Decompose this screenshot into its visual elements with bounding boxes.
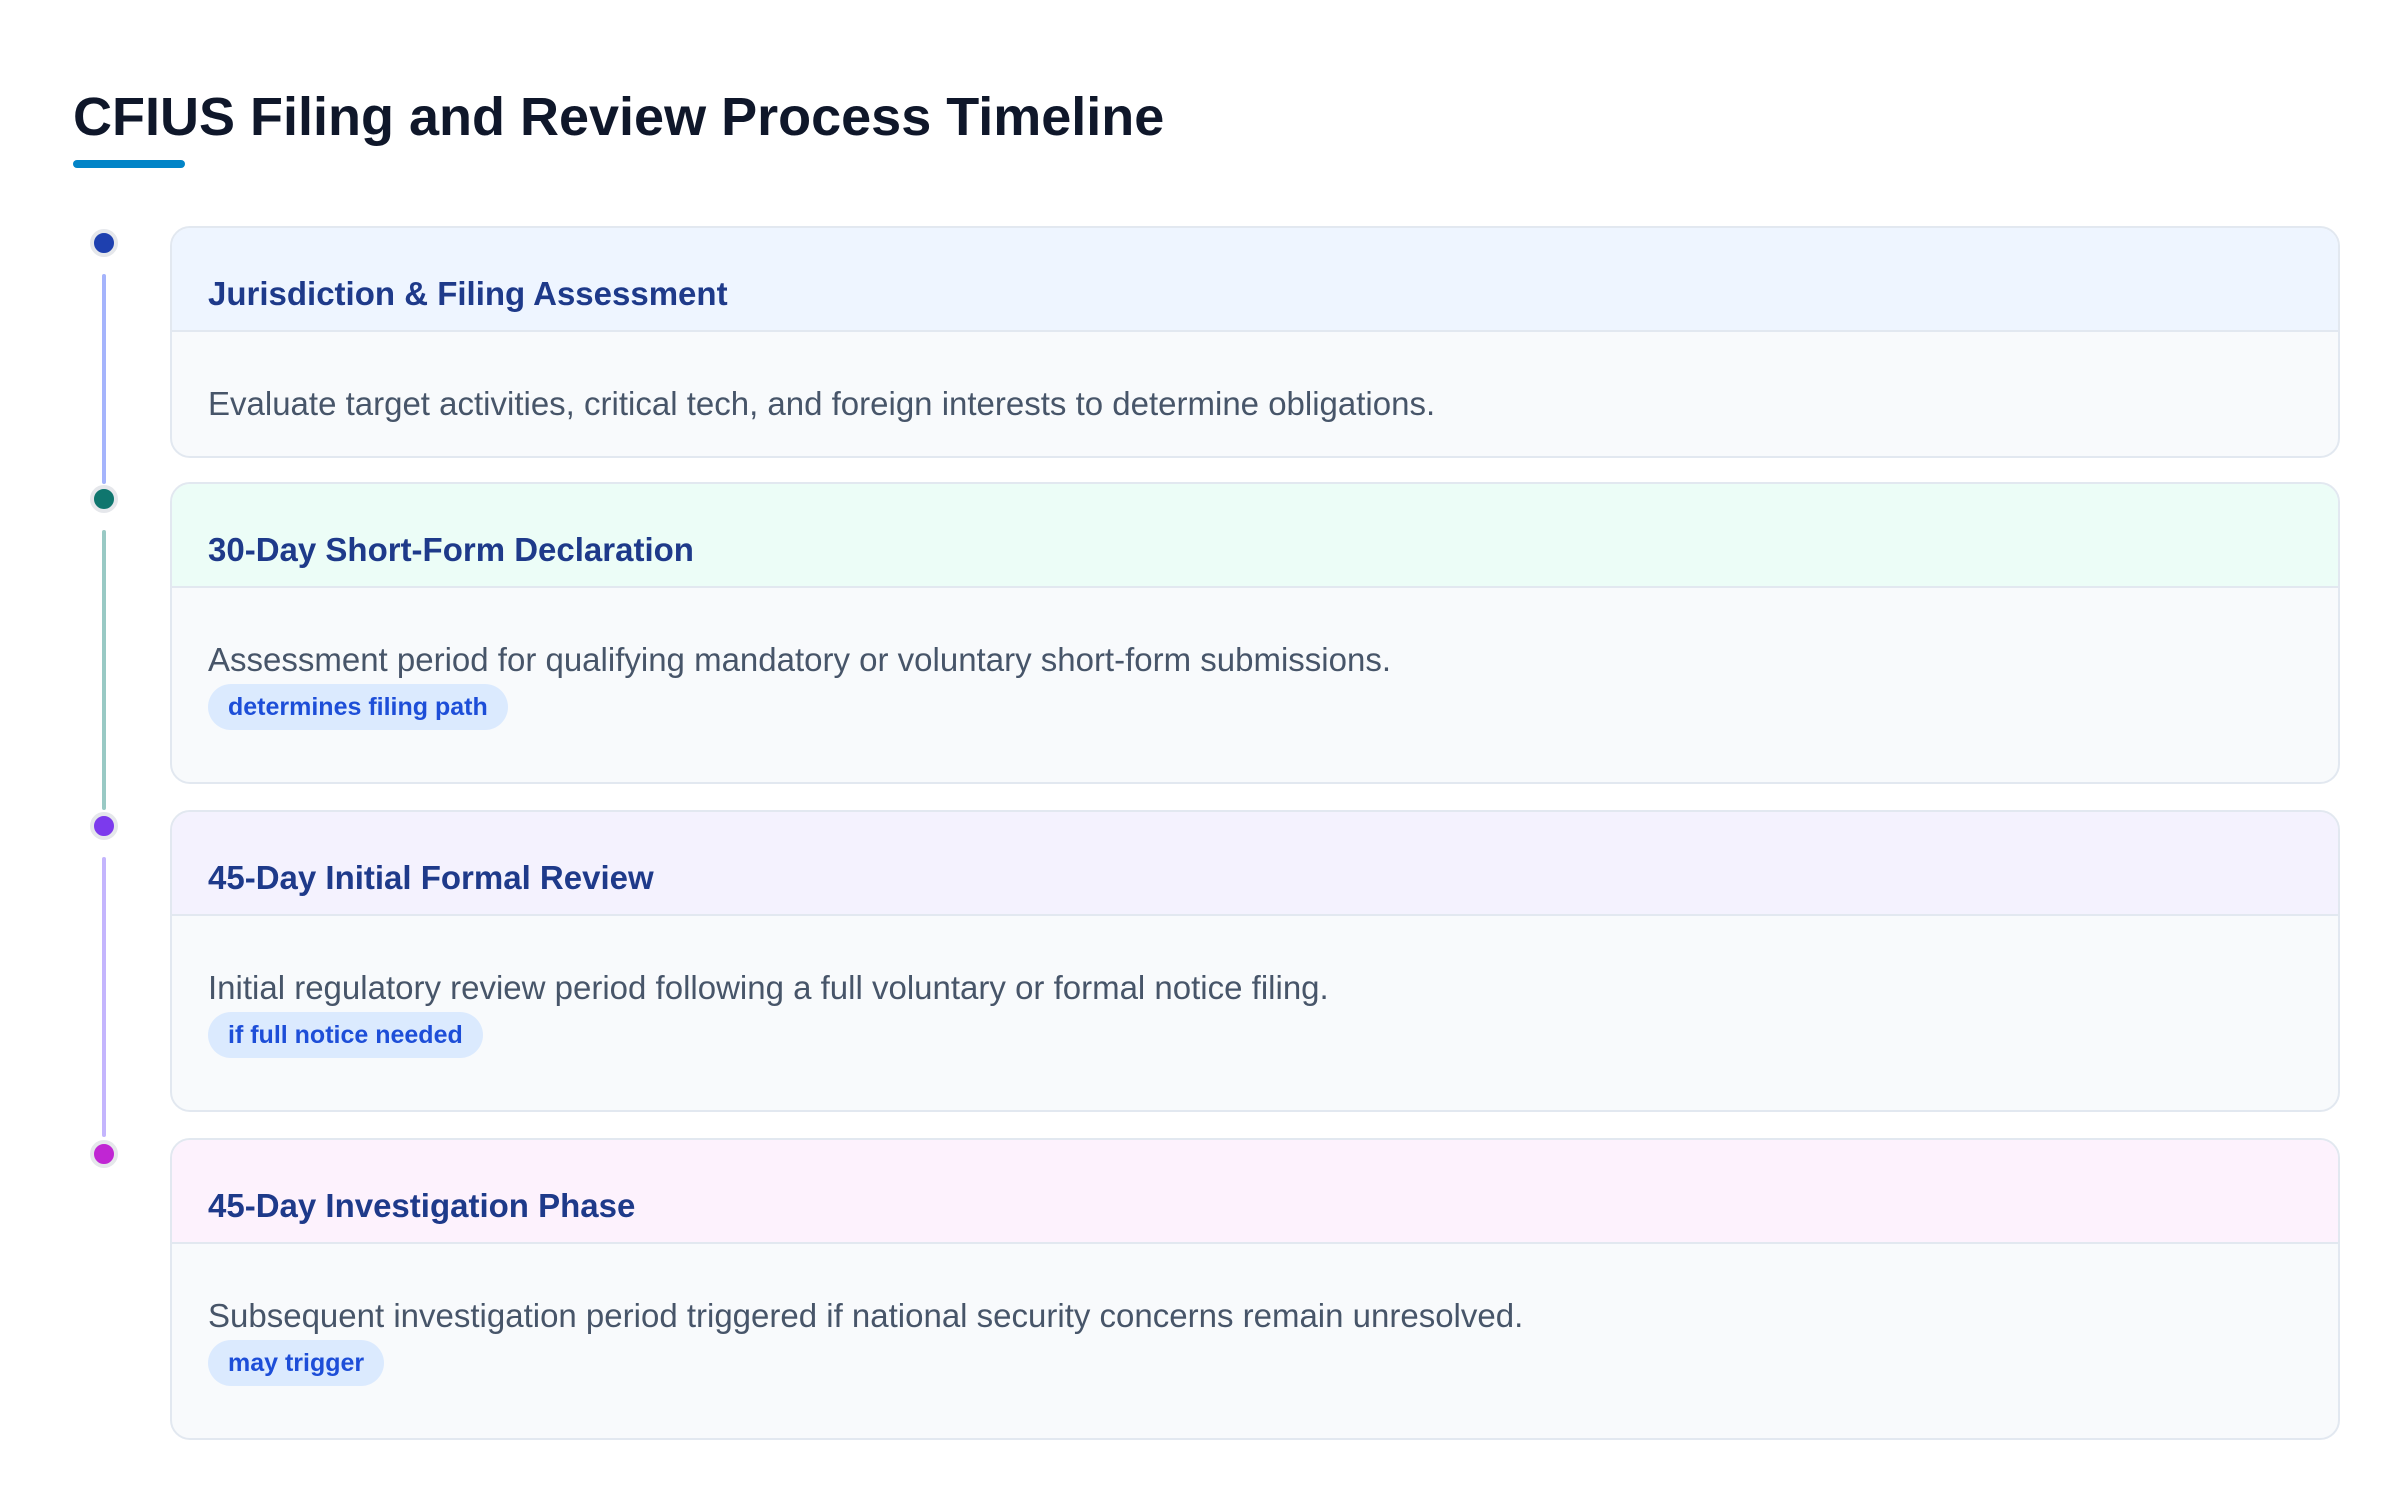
step-card-body-3: Initial regulatory review period followi…: [172, 916, 2338, 1058]
step-title-1: Jurisdiction & Filing Assessment: [208, 275, 728, 312]
step-badge-4: may trigger: [208, 1340, 385, 1386]
step-description-3: Initial regulatory review period followi…: [208, 969, 1329, 1006]
step-card-3: 45-Day Initial Formal Review Initial reg…: [170, 810, 2340, 1112]
timeline-dot-3: [90, 812, 118, 840]
timeline-connector-2: [102, 530, 106, 810]
step-card-header-1: Jurisdiction & Filing Assessment: [172, 228, 2338, 332]
step-card-header-4: 45-Day Investigation Phase: [172, 1140, 2338, 1244]
step-card-1: Jurisdiction & Filing Assessment Evaluat…: [170, 226, 2340, 458]
step-description-1: Evaluate target activities, critical tec…: [208, 385, 1436, 422]
timeline-dot-4: [90, 1140, 118, 1168]
step-card-4: 45-Day Investigation Phase Subsequent in…: [170, 1138, 2340, 1440]
step-description-4: Subsequent investigation period triggere…: [208, 1297, 1524, 1334]
step-card-body-1: Evaluate target activities, critical tec…: [172, 332, 2338, 424]
step-title-4: 45-Day Investigation Phase: [208, 1187, 636, 1224]
step-title-2: 30-Day Short-Form Declaration: [208, 531, 694, 568]
step-card-2: 30-Day Short-Form Declaration Assessment…: [170, 482, 2340, 784]
timeline-connector-3: [102, 857, 106, 1137]
step-badge-3: if full notice needed: [208, 1012, 483, 1058]
step-title-3: 45-Day Initial Formal Review: [208, 859, 654, 896]
timeline-dot-2: [90, 485, 118, 513]
step-description-2: Assessment period for qualifying mandato…: [208, 641, 1391, 678]
timeline: Jurisdiction & Filing Assessment Evaluat…: [0, 0, 2400, 1504]
step-badge-2: determines filing path: [208, 684, 508, 730]
timeline-dot-1: [90, 229, 118, 257]
step-card-header-2: 30-Day Short-Form Declaration: [172, 484, 2338, 588]
step-card-body-4: Subsequent investigation period triggere…: [172, 1244, 2338, 1386]
step-card-body-2: Assessment period for qualifying mandato…: [172, 588, 2338, 730]
timeline-connector-1: [102, 274, 106, 484]
step-card-header-3: 45-Day Initial Formal Review: [172, 812, 2338, 916]
